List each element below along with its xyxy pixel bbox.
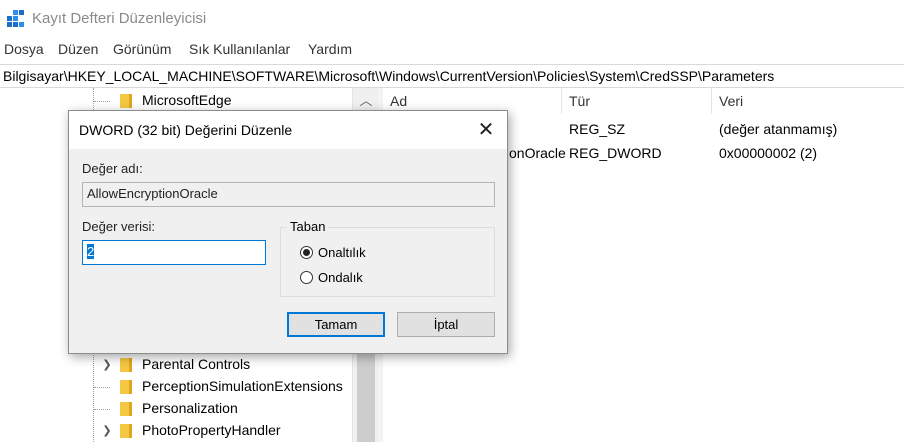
radio-hexadecimal[interactable]: Onaltılık <box>300 242 366 262</box>
menu-bar: Dosya Düzen Görünüm Sık Kullanılanlar Ya… <box>0 38 904 62</box>
value-type: REG_SZ <box>569 121 626 137</box>
value-data-label: Değer verisi: <box>82 219 155 234</box>
menu-gorunum[interactable]: Görünüm <box>113 41 171 57</box>
tree-item-label: Personalization <box>142 400 238 416</box>
column-header-name[interactable]: Ad <box>390 93 407 109</box>
column-divider[interactable] <box>561 88 562 114</box>
tree-item-label: PhotoPropertyHandler <box>142 422 281 438</box>
folder-icon <box>120 380 132 394</box>
tree-item-label: Parental Controls <box>142 356 251 372</box>
radio-decimal-label: Ondalık <box>318 269 363 285</box>
address-path[interactable]: Bilgisayar\HKEY_LOCAL_MACHINE\SOFTWARE\M… <box>3 68 774 84</box>
tree-item-label: PerceptionSimulationExtensions <box>142 378 343 394</box>
close-icon[interactable]: ✕ <box>473 117 499 143</box>
dialog-title: DWORD (32 bit) Değerini Düzenle <box>79 122 293 138</box>
value-data: 0x00000002 (2) <box>719 145 818 161</box>
value-name[interactable]: onOracle <box>509 145 566 161</box>
dialog-titlebar: DWORD (32 bit) Değerini Düzenle ✕ <box>69 111 507 149</box>
chevron-right-icon[interactable]: ❯ <box>100 358 114 371</box>
value-data-text: 2 <box>87 244 95 259</box>
tree-item[interactable]: ❯ Parental Controls <box>0 354 352 376</box>
tree-item-label: MicrosoftEdge <box>142 92 232 108</box>
window-titlebar: Kayıt Defteri Düzenleyicisi <box>0 0 904 38</box>
folder-icon <box>120 424 132 438</box>
folder-icon <box>120 402 132 416</box>
radio-button-selected[interactable] <box>300 245 313 259</box>
ok-button[interactable]: Tamam <box>287 312 385 337</box>
value-type: REG_DWORD <box>569 145 662 161</box>
window-title: Kayıt Defteri Düzenleyicisi <box>32 10 207 27</box>
menu-dosya[interactable]: Dosya <box>4 41 44 57</box>
column-header-data[interactable]: Veri <box>719 93 743 109</box>
tree-item[interactable]: Personalization <box>0 398 352 420</box>
tree-item[interactable]: ❯ PhotoPropertyHandler <box>0 420 352 442</box>
tree-item[interactable]: MicrosoftEdge <box>0 90 352 112</box>
radio-hexadecimal-label: Onaltılık <box>318 244 366 260</box>
registry-cubes-icon <box>7 10 24 27</box>
column-divider[interactable] <box>711 88 712 114</box>
tree-connector <box>94 409 110 410</box>
menu-yardim[interactable]: Yardım <box>308 41 352 57</box>
value-data-input[interactable]: 2 <box>82 240 266 265</box>
address-bar[interactable]: Bilgisayar\HKEY_LOCAL_MACHINE\SOFTWARE\M… <box>0 64 904 88</box>
menu-sik-kullanilanlar[interactable]: Sık Kullanılanlar <box>189 41 290 57</box>
column-header-type[interactable]: Tür <box>569 93 590 109</box>
cancel-button[interactable]: İptal <box>397 312 495 337</box>
base-group-label: Taban <box>287 219 329 234</box>
folder-icon <box>120 94 132 108</box>
folder-icon <box>120 358 132 372</box>
value-name-field: AllowEncryptionOracle <box>82 182 495 207</box>
edit-dword-dialog: DWORD (32 bit) Değerini Düzenle ✕ Değer … <box>68 110 508 354</box>
chevron-right-icon[interactable]: ❯ <box>100 424 114 437</box>
menu-duzen[interactable]: Düzen <box>58 41 98 57</box>
radio-button[interactable] <box>300 270 313 284</box>
tree-item[interactable]: PerceptionSimulationExtensions <box>0 376 352 398</box>
value-data: (değer atanmamış) <box>719 121 838 137</box>
tree-connector <box>94 101 110 102</box>
value-name-label: Değer adı: <box>82 161 143 176</box>
radio-decimal[interactable]: Ondalık <box>300 267 363 287</box>
tree-connector <box>94 387 110 388</box>
